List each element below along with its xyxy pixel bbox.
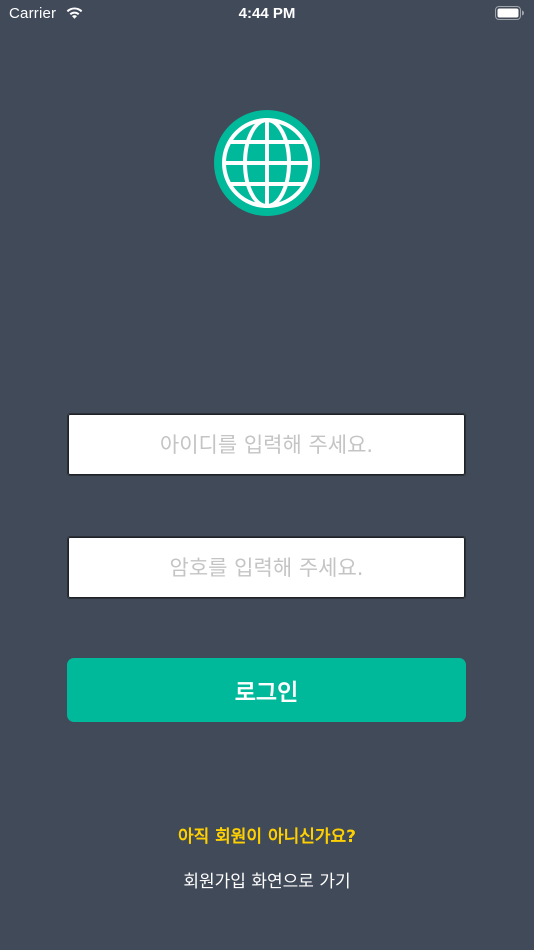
id-field[interactable]: [67, 413, 466, 476]
status-bar: Carrier 4:44 PM: [0, 0, 534, 28]
signup-link[interactable]: 회원가입 화연으로 가기: [0, 867, 534, 892]
signup-question: 아직 회원이 아니신가요?: [177, 827, 357, 847]
password-input[interactable]: [68, 537, 465, 598]
status-time: 4:44 PM: [238, 5, 296, 22]
id-input[interactable]: [68, 414, 465, 475]
battery-icon: [495, 6, 524, 20]
globe-icon: [214, 110, 320, 216]
password-field[interactable]: [67, 536, 466, 599]
login-button[interactable]: 로그인: [67, 658, 466, 722]
